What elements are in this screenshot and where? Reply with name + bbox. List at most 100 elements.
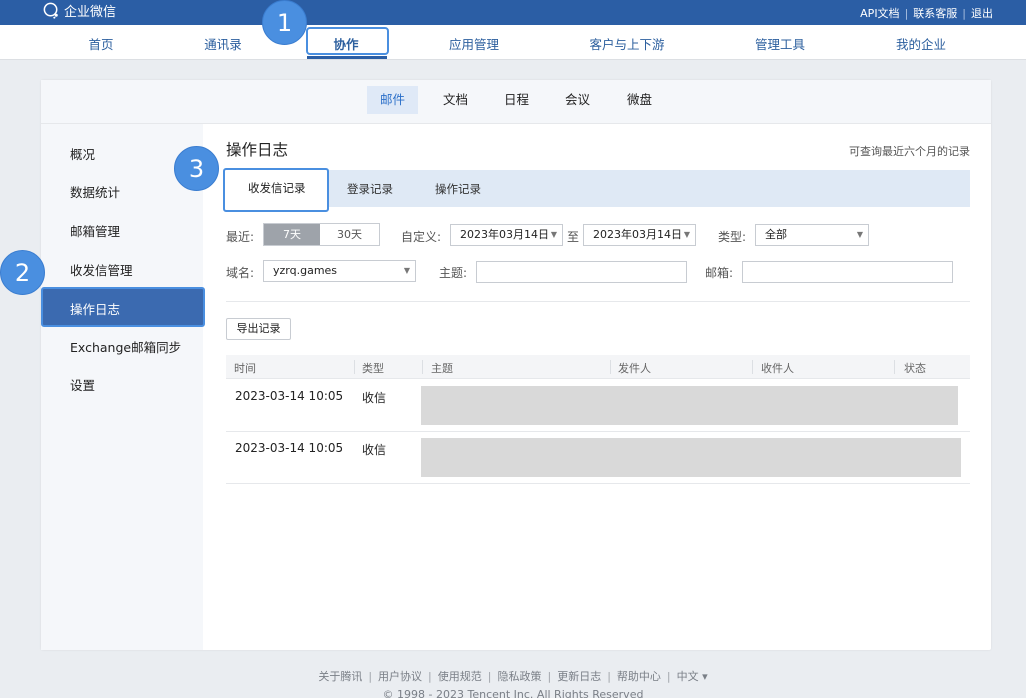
row-type: 收信 xyxy=(362,391,387,405)
column-time: 时间 xyxy=(234,362,256,375)
sidebar-item-send-receive[interactable]: 收发信管理 xyxy=(70,260,133,279)
row-type: 收信 xyxy=(362,443,387,457)
sidebar-item-overview[interactable]: 概况 xyxy=(70,144,95,163)
chevron-down-icon: ▼ xyxy=(683,230,690,239)
tab-send-receive-records[interactable]: 收发信记录 xyxy=(223,168,329,212)
top-links: API文档 | 联系客服 | 退出 xyxy=(860,5,993,21)
logout-link[interactable]: 退出 xyxy=(971,5,993,21)
divider: | xyxy=(962,6,966,20)
column-sender: 发件人 xyxy=(618,362,651,375)
callout-badge-1: 1 xyxy=(262,0,307,45)
footer-link-about[interactable]: 关于腾讯 xyxy=(318,668,362,684)
column-divider xyxy=(354,360,355,374)
type-value: 全部 xyxy=(765,228,787,241)
tab-operation-records[interactable]: 操作记录 xyxy=(435,181,481,197)
export-records-button[interactable]: 导出记录 xyxy=(226,318,291,340)
retention-note: 可查询最近六个月的记录 xyxy=(849,145,970,158)
chevron-down-icon: ▼ xyxy=(856,230,863,239)
sub-nav: 邮件 文档 日程 会议 微盘 xyxy=(41,80,991,124)
nav-app-management[interactable]: 应用管理 xyxy=(449,34,499,53)
row-time: 2023-03-14 10:05 xyxy=(235,441,344,455)
table-row[interactable]: 2023-03-14 10:05 收信 xyxy=(226,431,970,484)
language-select[interactable]: 中文 ▾ xyxy=(677,668,708,684)
divider: | xyxy=(904,6,909,20)
sidebar-item-mailbox-management[interactable]: 邮箱管理 xyxy=(70,221,120,240)
to-label: 至 xyxy=(567,230,580,244)
range-30-days[interactable]: 30天 xyxy=(320,224,379,245)
footer-link-privacy[interactable]: 隐私政策 xyxy=(497,668,541,684)
domain-label: 域名: xyxy=(226,266,255,280)
footer-link-help[interactable]: 帮助中心 xyxy=(617,668,661,684)
content-area: 操作日志 可查询最近六个月的记录 收发信记录 登录记录 操作记录 最近: 7天 … xyxy=(204,124,991,650)
subnav-meeting[interactable]: 会议 xyxy=(552,86,603,114)
column-divider xyxy=(422,360,423,374)
sidebar-item-statistics[interactable]: 数据统计 xyxy=(70,182,120,201)
table-header: 时间 类型 主题 发件人 收件人 状态 xyxy=(226,355,970,379)
nav-home[interactable]: 首页 xyxy=(88,34,113,53)
divider: | xyxy=(487,669,492,683)
redacted-content xyxy=(421,438,961,477)
row-time: 2023-03-14 10:05 xyxy=(235,389,344,403)
nav-customers[interactable]: 客户与上下游 xyxy=(589,34,664,53)
page-title: 操作日志 xyxy=(226,141,289,159)
recent-label: 最近: xyxy=(226,230,255,244)
domain-value: yzrq.games xyxy=(273,264,338,277)
subnav-drive[interactable]: 微盘 xyxy=(614,86,665,114)
top-bar: 企业微信 API文档 | 联系客服 | 退出 xyxy=(0,0,1026,25)
sidebar-item-operation-log[interactable]: 操作日志 xyxy=(41,287,205,327)
recent-range-toggle: 7天 30天 xyxy=(263,223,380,246)
nav-active-indicator xyxy=(307,56,387,59)
chevron-down-icon: ▼ xyxy=(403,266,410,275)
divider: | xyxy=(547,669,552,683)
divider: | xyxy=(428,669,432,683)
divider: | xyxy=(368,669,373,683)
callout-badge-3: 3 xyxy=(174,146,219,191)
date-to-select[interactable]: 2023年03月14日 ▼ xyxy=(583,224,696,246)
divider: | xyxy=(607,669,611,683)
logo: 企业微信 xyxy=(42,1,116,20)
custom-label: 自定义: xyxy=(401,230,442,244)
callout-badge-2: 2 xyxy=(0,250,45,295)
footer: 关于腾讯 | 用户协议 | 使用规范 | 隐私政策 | 更新日志 | 帮助中心 … xyxy=(0,668,1026,698)
footer-link-terms[interactable]: 用户协议 xyxy=(378,668,422,684)
table-row[interactable]: 2023-03-14 10:05 收信 xyxy=(226,379,970,432)
redacted-content xyxy=(421,386,958,425)
type-label: 类型: xyxy=(718,230,747,244)
mailbox-input[interactable] xyxy=(742,261,953,283)
sidebar-item-exchange-sync[interactable]: Exchange邮箱同步 xyxy=(70,337,181,356)
filter-divider xyxy=(226,301,970,302)
copyright: © 1998 - 2023 Tencent Inc. All Rights Re… xyxy=(382,688,644,698)
column-divider xyxy=(894,360,895,374)
domain-select[interactable]: yzrq.games ▼ xyxy=(263,260,416,282)
sidebar: 概况 数据统计 邮箱管理 收发信管理 操作日志 Exchange邮箱同步 设置 xyxy=(41,124,205,650)
subnav-docs[interactable]: 文档 xyxy=(430,86,481,114)
contact-support-link[interactable]: 联系客服 xyxy=(913,5,957,21)
subject-input[interactable] xyxy=(476,261,687,283)
footer-link-changelog[interactable]: 更新日志 xyxy=(557,668,601,684)
column-subject: 主题 xyxy=(431,362,453,375)
subnav-calendar[interactable]: 日程 xyxy=(491,86,542,114)
range-7-days[interactable]: 7天 xyxy=(264,224,320,245)
tab-login-records[interactable]: 登录记录 xyxy=(347,181,393,197)
main-nav: 首页 通讯录 协作 应用管理 客户与上下游 管理工具 我的企业 xyxy=(0,25,1026,60)
nav-admin-tools[interactable]: 管理工具 xyxy=(755,34,805,53)
subnav-mail[interactable]: 邮件 xyxy=(367,86,419,114)
date-from-value: 2023年03月14日 xyxy=(460,228,549,241)
mailbox-label: 邮箱: xyxy=(705,266,734,280)
column-status: 状态 xyxy=(904,362,926,375)
date-from-select[interactable]: 2023年03月14日 ▼ xyxy=(450,224,563,246)
sidebar-item-settings[interactable]: 设置 xyxy=(70,375,95,394)
footer-link-usage-rules[interactable]: 使用规范 xyxy=(438,668,482,684)
callout-highlight-nav xyxy=(306,27,389,55)
type-select[interactable]: 全部 ▼ xyxy=(755,224,869,246)
wecom-logo-icon xyxy=(43,2,58,19)
column-recipient: 收件人 xyxy=(761,362,794,375)
chevron-down-icon: ▼ xyxy=(550,230,557,239)
nav-my-company[interactable]: 我的企业 xyxy=(896,34,946,53)
log-tabs: 收发信记录 登录记录 操作记录 xyxy=(223,168,970,212)
sidebar-item-label: 操作日志 xyxy=(70,302,121,317)
api-docs-link[interactable]: API文档 xyxy=(860,5,899,21)
nav-contacts[interactable]: 通讯录 xyxy=(204,34,242,53)
column-type: 类型 xyxy=(362,362,384,375)
logo-text: 企业微信 xyxy=(64,5,117,20)
